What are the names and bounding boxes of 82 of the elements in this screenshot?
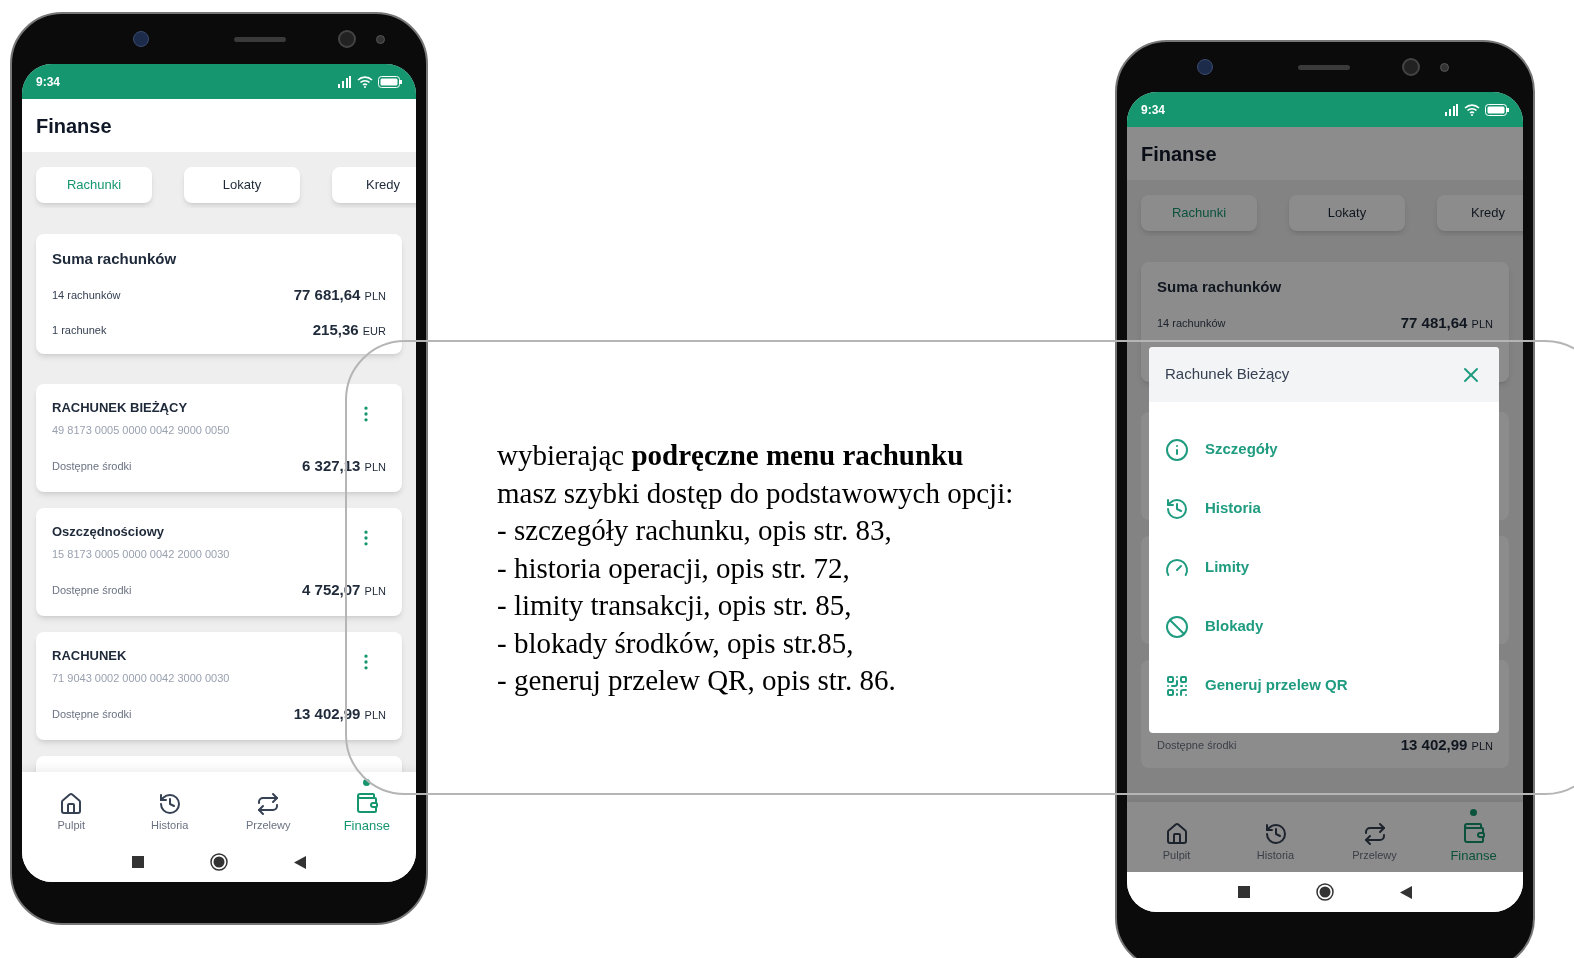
available-label: Dostępne środki [52,582,132,598]
dialog-title: Rachunek Bieżący [1165,364,1290,385]
account-count: 14 rachunków [1157,315,1226,331]
account-count: 14 rachunków [52,287,121,303]
status-time: 9:34 [1141,101,1166,119]
description-line: - limity transakcji, opis str. 85, [497,588,853,623]
camera-icon [1197,59,1213,75]
nav-item[interactable]: Finanse [317,778,416,836]
description-line: masz szybki dostęp do podstawowych opcji: [497,475,1015,511]
battery-icon [1485,103,1509,116]
sensor-icon [376,34,385,44]
nav-item[interactable]: Przelewy [1325,810,1424,864]
back-icon[interactable] [294,855,306,869]
battery-icon [378,75,402,88]
nav-item[interactable]: Historia [120,780,219,834]
tab[interactable]: Kredy [1437,195,1523,231]
menu-item[interactable]: Historia [1149,479,1499,538]
nav-item[interactable]: Przelewy [219,780,318,834]
amount: 13 402,99 PLN [1400,734,1493,755]
description-line: - generuj przelew QR, opis str. 86. [497,663,897,698]
account-number: 15 8173 0005 0000 0042 2000 0030 [52,547,231,562]
home-icon [1164,822,1189,847]
screen-title: Finanse [1141,141,1217,167]
history-icon [1165,496,1189,521]
description-line: - historia operacji, opis str. 72, [497,550,851,586]
account-number: 71 9043 0002 0000 0042 3000 0030 [52,671,231,686]
amount: 6 327,13 PLN [302,455,386,476]
nav-item[interactable]: Pulpit [1127,810,1226,864]
tab[interactable]: Rachunki [1141,195,1257,231]
status-time: 9:34 [36,73,61,91]
tab[interactable]: Lokaty [1289,195,1405,231]
account-card[interactable]: RACHUNEK BIEŻĄCY 49 8173 0005 0000 0042 9000 0050 Dostępne środki 6 327,13 PLN [36,384,402,492]
wallet-icon [354,790,379,815]
block-icon [1165,614,1189,639]
card-title: Suma rachunków [1157,277,1283,297]
sensor-icon [1440,62,1449,72]
screen-title: Finanse [36,113,112,139]
qr-code-icon [1165,673,1189,698]
menu-item[interactable]: Szczegóły [1149,420,1499,479]
nav-item[interactable]: Historia [1226,810,1325,864]
card-title: Suma rachunków [52,249,178,269]
description-line: - szczegóły rachunku, opis str. 83, [497,513,893,548]
arrows-icon [1362,822,1387,847]
camera-icon [1402,58,1420,76]
account-name: RACHUNEK [52,648,127,664]
speaker-icon [1298,64,1350,70]
available-label: Dostępne środki [52,458,132,474]
nav-item[interactable]: Finanse [1424,808,1523,866]
account-name: Oszczędnościowy [52,524,164,540]
home-icon [59,792,84,817]
history-icon [157,792,182,817]
home-button-icon[interactable] [210,853,228,871]
menu-item[interactable]: Generuj przelew QR [1149,656,1499,715]
info-icon [1165,437,1189,462]
back-icon[interactable] [1400,885,1412,899]
menu-item[interactable]: Limity [1149,538,1499,597]
account-number: 49 8173 0005 0000 0042 9000 0050 [52,423,231,438]
tab[interactable]: Rachunki [36,167,152,203]
amount: 77 481,64 PLN [1400,312,1493,333]
description-line: - blokady środków, opis str.85, [497,625,855,661]
wifi-icon [357,75,373,88]
signal-icon [336,75,352,88]
amount: 215,36 EUR [312,319,386,340]
nav-item[interactable]: Pulpit [22,780,121,834]
home-button-icon[interactable] [1316,883,1334,901]
account-count: 1 rachunek [52,322,107,338]
menu-item[interactable]: Blokady [1149,597,1499,656]
camera-icon [133,31,149,47]
wallet-icon [1461,820,1486,845]
available-label: Dostępne środki [52,706,132,722]
speaker-icon [234,36,286,42]
available-label: Dostępne środki [1157,737,1237,753]
wifi-icon [1464,103,1480,116]
tab[interactable]: Lokaty [184,167,300,203]
account-name: RACHUNEK BIEŻĄCY [52,400,188,416]
description-line: wybierając podręczne menu rachunku [497,438,965,473]
camera-icon [338,30,356,48]
amount: 77 681,64 PLN [293,284,386,305]
tab[interactable]: Kredy [332,167,416,203]
arrows-icon [256,792,281,817]
history-icon [1263,822,1288,847]
signal-icon [1443,103,1459,116]
